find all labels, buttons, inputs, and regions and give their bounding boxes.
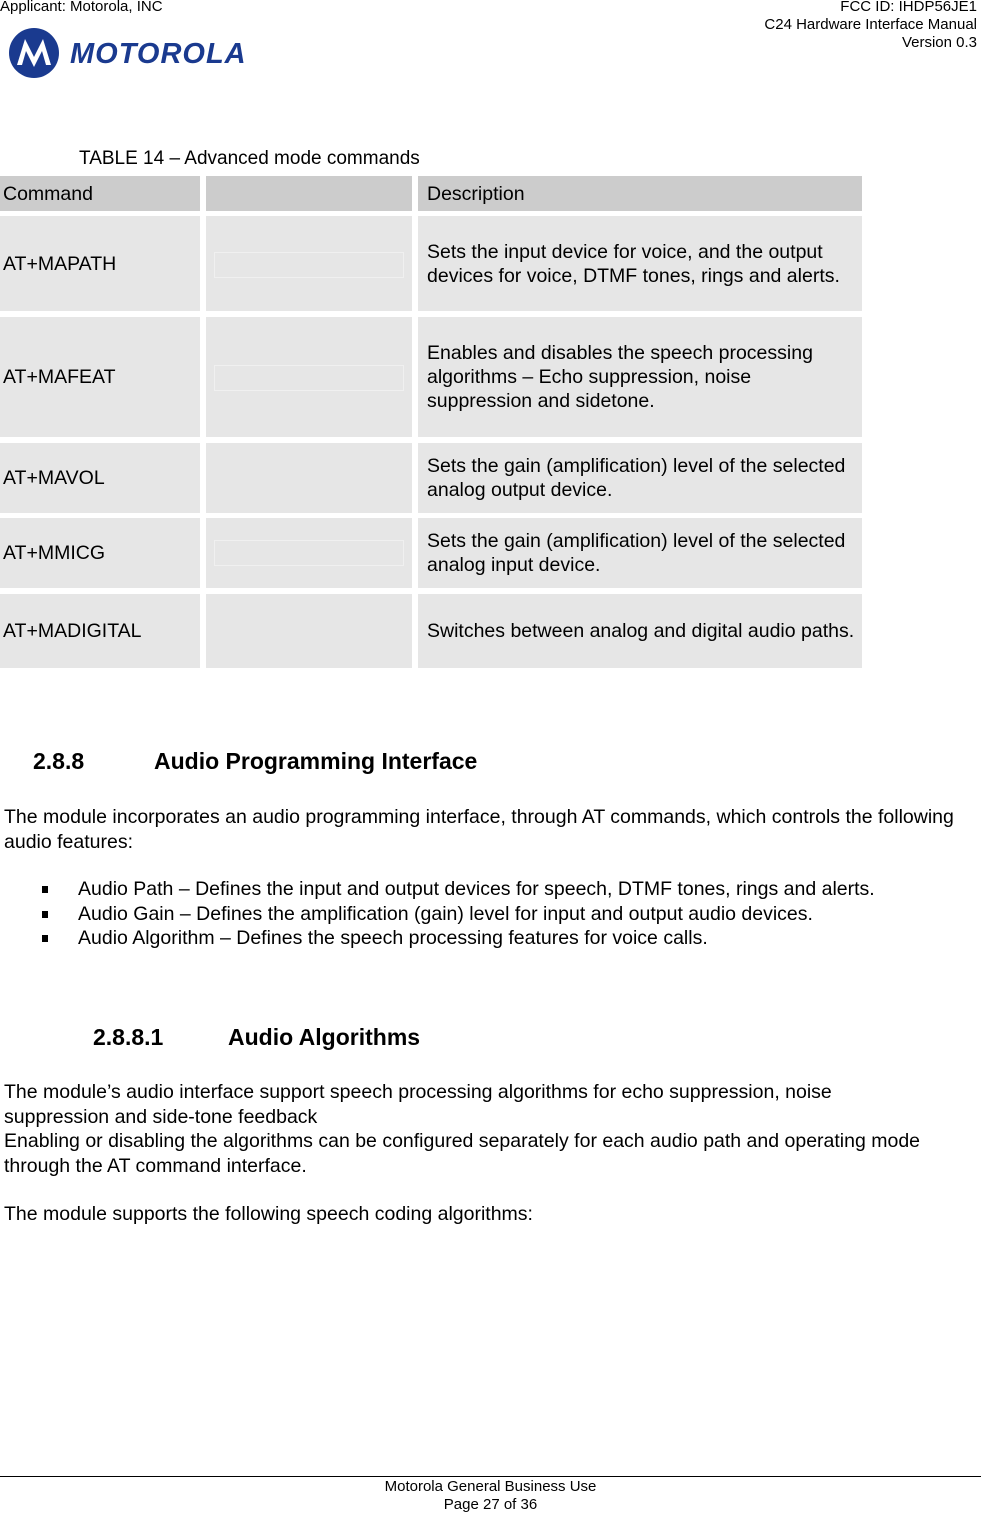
header-cell-command: Command: [0, 176, 200, 211]
table-row: AT+MAVOL Sets the gain (amplification) l…: [0, 443, 864, 513]
section-title: Audio Algorithms: [228, 1024, 421, 1050]
blank-cell: [206, 594, 412, 668]
list-item: Audio Path – Defines the input and outpu…: [42, 877, 875, 902]
table-row: AT+MMICG Sets the gain (amplification) l…: [0, 518, 864, 588]
section-heading-2-8-8: 2.8.8 Audio Programming Interface: [33, 747, 477, 775]
table-row: AT+MAFEAT Enables and disables the speec…: [0, 317, 864, 437]
section-intro-paragraph: The module incorporates an audio program…: [4, 806, 954, 853]
description-cell: Sets the input device for voice, and the…: [418, 216, 862, 311]
blank-cell: [206, 518, 412, 588]
blank-cell: [206, 317, 412, 437]
algorithms-paragraph-2: Enabling or disabling the algorithms can…: [4, 1130, 921, 1177]
list-item: Audio Algorithm – Defines the speech pro…: [42, 926, 875, 951]
description-cell: Enables and disables the speech processi…: [418, 317, 862, 437]
manual-title: C24 Hardware Interface Manual: [764, 16, 977, 33]
audio-features-list: Audio Path – Defines the input and outpu…: [42, 877, 875, 951]
command-cell: AT+MMICG: [0, 518, 200, 588]
logo-wordmark: MOTOROLA: [70, 38, 247, 70]
version-label: Version 0.3: [901, 34, 977, 51]
section-heading-2-8-8-1: 2.8.8.1 Audio Algorithms: [93, 1023, 420, 1051]
list-item: Audio Gain – Defines the amplification (…: [42, 902, 875, 927]
bullet-square-icon: [42, 886, 48, 893]
header-cell-blank: [206, 176, 412, 211]
command-cell: AT+MADIGITAL: [0, 594, 200, 668]
bullet-square-icon: [42, 935, 48, 942]
motorola-batwing-icon: MOTOROLA: [9, 28, 247, 78]
algorithms-paragraph-1: The module’s audio interface support spe…: [4, 1081, 832, 1128]
footer-divider: [0, 1476, 981, 1477]
classification-label: Motorola General Business Use: [384, 1478, 597, 1495]
speech-coding-paragraph: The module supports the following speech…: [4, 1203, 533, 1225]
command-cell: AT+MAVOL: [0, 443, 200, 513]
command-cell: AT+MAFEAT: [0, 317, 200, 437]
description-cell: Sets the gain (amplification) level of t…: [418, 518, 862, 588]
bullet-square-icon: [42, 910, 48, 918]
table-caption: TABLE 14 – Advanced mode commands: [79, 148, 420, 169]
command-cell: AT+MAPATH: [0, 216, 200, 311]
section-number: 2.8.8.1: [93, 1024, 164, 1050]
page-footer: Motorola General Business Use Page 27 of…: [0, 1478, 981, 1514]
header-cell-description: Description: [418, 176, 862, 211]
page-number: Page 27 of 36: [443, 1496, 538, 1513]
document-info: FCC ID: IHDP56JE1 C24 Hardware Interface…: [764, 0, 977, 52]
fcc-id: FCC ID: IHDP56JE1: [840, 0, 977, 15]
table-row: AT+MAPATH Sets the input device for voic…: [0, 216, 864, 311]
description-cell: Sets the gain (amplification) level of t…: [418, 443, 862, 513]
applicant-label: Applicant: Motorola, INC: [0, 0, 163, 15]
section-number: 2.8.8: [33, 748, 85, 774]
motorola-logo: MOTOROLA: [8, 27, 270, 79]
table-row: AT+MADIGITAL Switches between analog and…: [0, 594, 864, 668]
blank-cell: [206, 443, 412, 513]
description-cell: Switches between analog and digital audi…: [418, 594, 862, 668]
table-header-row: Command Description: [0, 176, 864, 211]
section-title: Audio Programming Interface: [154, 748, 478, 774]
blank-cell: [206, 216, 412, 311]
